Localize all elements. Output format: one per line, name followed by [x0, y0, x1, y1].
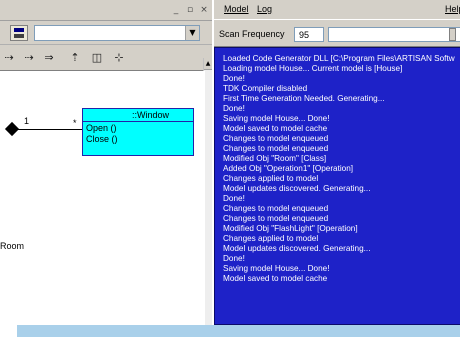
log-window: Model Log Help Scan Frequency Loaded Cod…	[212, 0, 460, 325]
generalization-tool-icon[interactable]: ⇡	[68, 50, 82, 66]
log-line: Changes to model enqueued	[223, 204, 329, 213]
multiplicity-many-label: *	[73, 118, 77, 128]
menu-log[interactable]: Log	[257, 4, 272, 14]
log-line: Changes applied to model	[223, 174, 319, 183]
note-tool-icon[interactable]: ⊹	[112, 50, 126, 66]
log-line: Saving model House... Done!	[223, 264, 330, 273]
chevron-down-icon[interactable]: ▼	[185, 26, 199, 40]
menu-help[interactable]: Help	[445, 4, 460, 14]
log-line: Changes applied to model	[223, 234, 319, 243]
log-line: Done!	[223, 104, 245, 113]
editor-toolbar: ▼	[0, 21, 212, 45]
association-tool-icon[interactable]: ⇒	[42, 50, 56, 66]
minimize-icon[interactable]: _	[170, 4, 182, 16]
log-line: Loaded Code Generator DLL [C:\Program Fi…	[223, 54, 455, 63]
multiplicity-one-label: 1	[24, 116, 30, 126]
log-line: Done!	[223, 74, 245, 83]
log-line: First Time Generation Needed. Generating…	[223, 94, 385, 103]
scan-frequency-bar: Scan Frequency	[214, 19, 460, 47]
class-window-box[interactable]: ::Window Open () Close ()	[82, 108, 194, 156]
menu-model[interactable]: Model	[224, 4, 249, 14]
log-line: Done!	[223, 194, 245, 203]
link-tool-icon[interactable]: ⇢	[2, 50, 16, 66]
scan-frequency-slider[interactable]	[328, 27, 460, 42]
scan-frequency-input[interactable]	[294, 27, 324, 42]
log-line: Model updates discovered. Generating...	[223, 184, 371, 193]
log-line: Done!	[223, 254, 245, 263]
class-name: ::Window	[83, 109, 193, 122]
log-line: TDK Compiler disabled	[223, 84, 308, 93]
log-output[interactable]: Loaded Code Generator DLL [C:\Program Fi…	[214, 47, 460, 325]
log-line: Changes to model enqueued	[223, 134, 329, 143]
log-line: Modified Obj "FlashLight" [Operation]	[223, 224, 358, 233]
scan-frequency-label: Scan Frequency	[219, 29, 285, 39]
slider-thumb[interactable]	[449, 28, 456, 41]
operation-open[interactable]: Open ()	[83, 123, 193, 134]
drawing-tools-toolbar: ⇢ ⇢ ⇒ ⇡ ◫ ⊹	[0, 45, 212, 71]
diagram-selector-combo[interactable]: ▼	[34, 25, 200, 41]
association-line[interactable]	[12, 129, 82, 130]
diagram-type-icon[interactable]	[10, 25, 28, 41]
log-line: Saving model House... Done!	[223, 114, 330, 123]
restore-icon[interactable]: ▫	[184, 4, 196, 16]
log-line: Changes to model enqueued	[223, 214, 329, 223]
diagram-editor-panel: _ ▫ × ▼ ⇢ ⇢ ⇒ ⇡ ◫ ⊹ ▲ 1 * ::Window Open …	[0, 0, 212, 325]
log-line: Model saved to model cache	[223, 274, 328, 283]
operation-close[interactable]: Close ()	[83, 134, 193, 145]
log-line: Model saved to model cache	[223, 124, 328, 133]
class-operations: Open () Close ()	[83, 123, 193, 145]
close-icon[interactable]: ×	[198, 4, 210, 16]
log-line: Modified Obj "Room" [Class]	[223, 154, 327, 163]
package-tool-icon[interactable]: ◫	[90, 50, 104, 66]
log-line: Added Obj "Operation1" [Operation]	[223, 164, 354, 173]
room-class-label: Room	[0, 241, 25, 251]
editor-titlebar: _ ▫ ×	[0, 0, 212, 21]
dependency-tool-icon[interactable]: ⇢	[22, 50, 36, 66]
diagram-canvas[interactable]: 1 * ::Window Open () Close () Room	[0, 71, 205, 325]
log-lines: Loaded Code Generator DLL [C:\Program Fi…	[215, 48, 460, 284]
menu-bar: Model Log Help	[214, 0, 460, 19]
log-line: Loading model House... Current model is …	[223, 64, 403, 73]
scroll-up-arrow-icon[interactable]: ▲	[204, 58, 212, 70]
log-line: Changes to model enqueued	[223, 144, 329, 153]
log-line: Model updates discovered. Generating...	[223, 244, 371, 253]
